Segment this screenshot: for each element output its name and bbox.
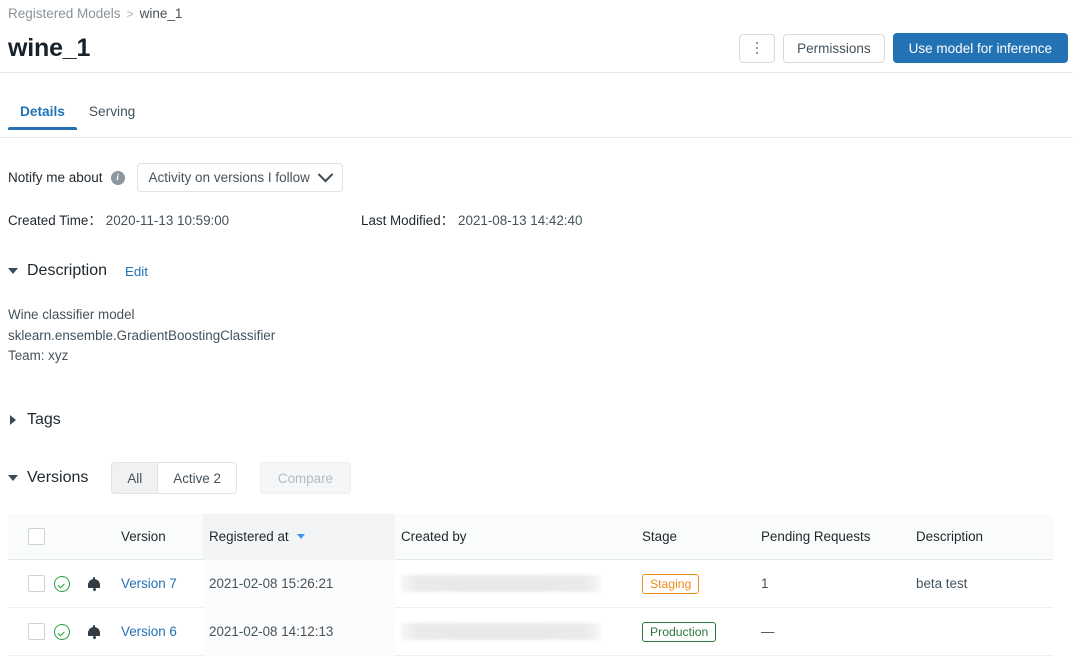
description-body: Wine classifier model sklearn.ensemble.G… [8,305,275,367]
description-line: sklearn.ensemble.GradientBoostingClassif… [8,326,275,347]
caret-right-icon[interactable] [10,415,16,425]
created-time-value: 2020-11-13 10:59:00 [106,213,229,228]
row-status-cell [54,608,88,655]
row-status-cell [54,560,88,607]
notify-row: Notify me about i Activity on versions I… [8,163,343,192]
use-model-for-inference-button[interactable]: Use model for inference [893,33,1068,63]
permissions-button[interactable]: Permissions [783,34,885,63]
versions-filter-active[interactable]: Active 2 [157,463,236,493]
caret-down-icon[interactable] [8,268,18,274]
table-header-row: Version Registered at Created by Stage P… [8,514,1053,560]
row-select-cell [8,608,54,655]
versions-title: Versions [27,469,88,487]
row-checkbox[interactable] [28,623,45,640]
bell-icon[interactable] [88,625,100,639]
tags-section-header[interactable]: Tags [10,411,61,429]
description-title: Description [27,262,107,280]
row-registered-at: 2021-02-08 15:26:21 [203,560,395,608]
version-link[interactable]: Version 6 [121,624,177,639]
row-checkbox[interactable] [28,575,45,592]
breadcrumb: Registered Models > wine_1 [8,5,182,23]
column-header-version[interactable]: Version [121,514,203,559]
kebab-dot-icon [756,52,759,55]
redacted-user-value [401,575,601,592]
breadcrumb-current: wine_1 [140,6,183,21]
last-modified-label: Last Modified： [361,213,454,228]
last-modified-value: 2021-08-13 14:42:40 [458,213,582,228]
row-pending-requests: — [761,608,916,655]
status-badge: Staging [642,574,699,594]
more-options-button[interactable] [739,34,775,63]
caret-down-icon[interactable] [8,475,18,481]
description-line: Wine classifier model [8,305,275,326]
notify-dropdown[interactable]: Activity on versions I follow [137,163,343,192]
versions-filter-all[interactable]: All [112,463,157,493]
compare-button: Compare [260,462,351,494]
row-created-by [395,560,642,607]
last-modified: Last Modified： 2021-08-13 14:42:40 [361,209,582,229]
versions-filter-group: All Active 2 [111,462,237,494]
kebab-dot-icon [756,42,759,45]
sort-descending-icon [297,534,305,539]
select-all-checkbox[interactable] [28,528,45,545]
edit-description-link[interactable]: Edit [125,264,148,279]
tab-serving[interactable]: Serving [77,104,147,130]
bell-icon[interactable] [88,577,100,591]
row-registered-at: 2021-02-08 14:12:13 [203,608,395,656]
redacted-user-value [401,623,601,640]
notification-header [88,514,121,559]
status-header [54,514,88,559]
created-time-label: Created Time： [8,213,102,228]
breadcrumb-registered-models[interactable]: Registered Models [8,6,121,21]
tab-bar: Details Serving [8,104,147,130]
row-notification-cell[interactable] [88,560,121,607]
row-pending-requests: 1 [761,560,916,607]
select-all-cell [8,514,54,559]
model-details-page: Registered Models > wine_1 wine_1 Permissi… [0,0,1073,650]
tab-divider [0,137,1073,138]
table-row[interactable]: Version 7 2021-02-08 15:26:21 Staging 1 … [8,560,1053,608]
column-header-stage[interactable]: Stage [642,514,761,559]
row-stage-cell: Staging [642,560,761,607]
version-link[interactable]: Version 7 [121,576,177,591]
row-select-cell [8,560,54,607]
notify-label: Notify me about [8,170,103,185]
column-header-description[interactable]: Description [916,514,1053,559]
tags-title: Tags [27,411,61,429]
row-notification-cell[interactable] [88,608,121,655]
description-line: Team: xyz [8,346,275,367]
tab-details[interactable]: Details [8,104,77,130]
info-icon[interactable]: i [111,171,125,185]
column-header-created-by[interactable]: Created by [395,514,642,559]
column-header-registered-at[interactable]: Registered at [203,514,395,560]
notify-dropdown-value: Activity on versions I follow [149,170,310,185]
created-time: Created Time： 2020-11-13 10:59:00 [8,209,229,229]
row-stage-cell: Production [642,608,761,655]
row-version-cell: Version 7 [121,560,203,607]
page-title: wine_1 [8,33,90,63]
column-header-registered-at-label: Registered at [209,529,289,544]
column-header-pending-requests[interactable]: Pending Requests [761,514,916,559]
check-circle-icon [54,576,70,592]
table-row[interactable]: Version 6 2021-02-08 14:12:13 Production… [8,608,1053,656]
header-divider [0,72,1073,73]
status-badge: Production [642,622,716,642]
versions-section-header: Versions All Active 2 Compare [8,462,351,494]
row-description: beta test [916,560,1053,607]
row-created-by [395,608,642,655]
header-actions: Permissions Use model for inference [739,33,1068,63]
row-version-cell: Version 6 [121,608,203,655]
row-description [916,608,1053,655]
chevron-down-icon [318,167,334,183]
kebab-dot-icon [756,47,759,50]
check-circle-icon [54,624,70,640]
breadcrumb-separator-icon: > [127,7,134,21]
versions-table: Version Registered at Created by Stage P… [8,514,1053,656]
description-section-header[interactable]: Description Edit [8,262,148,280]
